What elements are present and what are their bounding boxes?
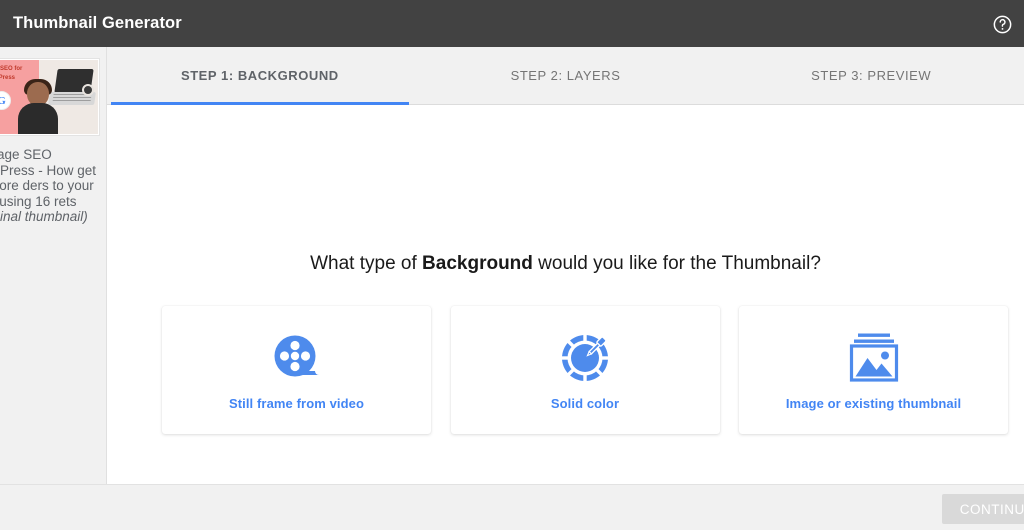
- film-reel-icon: [270, 330, 324, 386]
- option-label: Image or existing thumbnail: [785, 395, 962, 411]
- tab-step-2-layers[interactable]: STEP 2: LAYERS: [413, 47, 719, 105]
- original-thumbnail-preview[interactable]: e SEO for dPress G: [0, 58, 100, 136]
- thumbnail-caption-note: (ginal thumbnail): [0, 209, 88, 224]
- person-illustration: [18, 79, 58, 134]
- app-title: Thumbnail Generator: [13, 14, 182, 32]
- option-still-frame-from-video[interactable]: Still frame from video: [162, 306, 431, 434]
- help-circle-icon[interactable]: [990, 12, 1014, 36]
- option-label: Still frame from video: [228, 395, 365, 411]
- thumbnail-overlay-line1: e SEO for: [0, 66, 23, 72]
- tab-step-3-preview[interactable]: STEP 3: PREVIEW: [718, 47, 1024, 105]
- thumbnail-image: e SEO for dPress G: [0, 60, 98, 134]
- color-picker-icon: [558, 330, 612, 386]
- step-panel: What type of Background would you like f…: [107, 105, 1024, 484]
- question-suffix: would you like for the Thumbnail?: [532, 253, 821, 274]
- continue-button[interactable]: CONTINUE: [942, 494, 1024, 524]
- app-header: Thumbnail Generator: [0, 0, 1024, 47]
- background-options: Still frame from video Solid color Image…: [162, 306, 1008, 434]
- question-emphasis: Background: [422, 253, 533, 274]
- footer-bar: CONTINUE: [0, 484, 1024, 530]
- tab-step-1-background[interactable]: STEP 1: BACKGROUND: [107, 47, 413, 105]
- person-body: [18, 103, 58, 134]
- option-solid-color[interactable]: Solid color: [450, 306, 720, 434]
- step-tabs: STEP 1: BACKGROUND STEP 2: LAYERS STEP 3…: [107, 47, 1024, 105]
- coffee-cup-icon: [82, 84, 94, 96]
- question-prefix: What type of: [310, 253, 423, 274]
- sidebar: e SEO for dPress G: [0, 47, 107, 484]
- content-area: STEP 1: BACKGROUND STEP 2: LAYERS STEP 3…: [107, 47, 1024, 484]
- thumbnail-overlay-line2: dPress: [0, 75, 16, 81]
- option-label: Solid color: [550, 395, 620, 411]
- thumbnail-caption: Page SEO rdPress - How get more ders to …: [0, 147, 100, 225]
- background-question: What type of Background would you like f…: [107, 253, 1024, 275]
- body-area: e SEO for dPress G: [0, 47, 1024, 484]
- option-image-or-existing-thumbnail[interactable]: Image or existing thumbnail: [739, 306, 1008, 434]
- thumbnail-caption-text: Page SEO rdPress - How get more ders to …: [0, 147, 97, 209]
- image-icon: [845, 330, 903, 386]
- thumbnail-generator-app: Thumbnail Generator e SEO for dPress G: [0, 0, 1024, 530]
